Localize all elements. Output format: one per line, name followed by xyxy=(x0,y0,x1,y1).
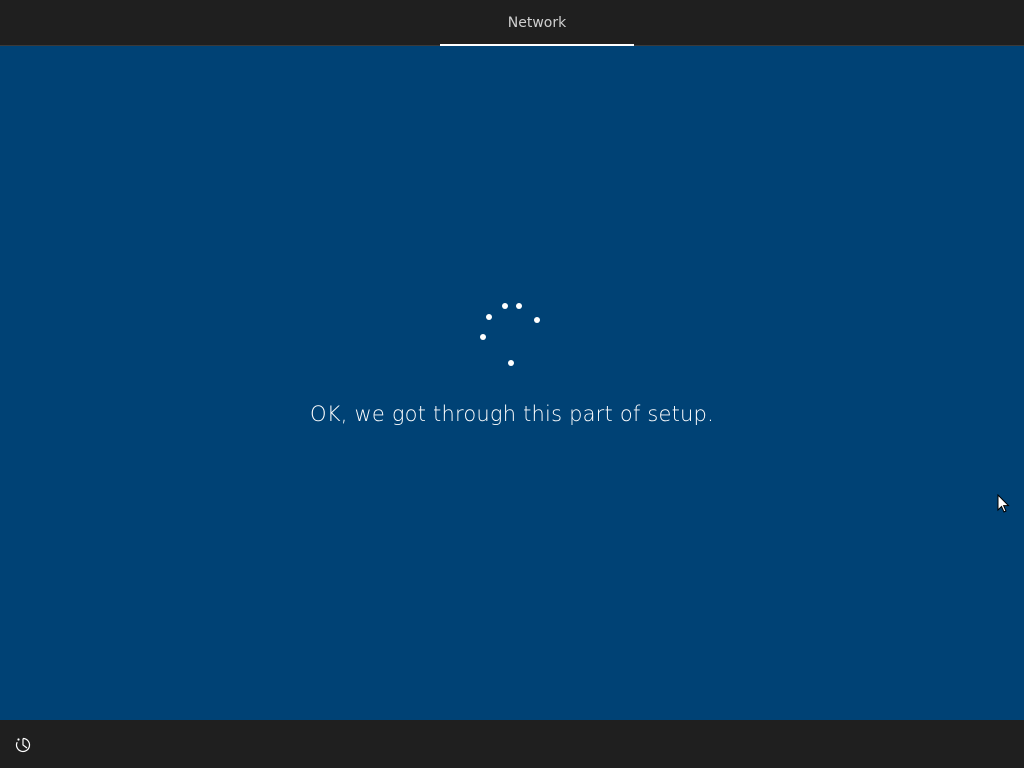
loading-spinner-icon xyxy=(480,303,540,366)
ease-of-access-button[interactable] xyxy=(10,732,36,758)
spinner-dot xyxy=(508,360,514,366)
ease-of-access-icon xyxy=(15,737,31,753)
spinner-dot xyxy=(516,303,522,309)
spinner-dot xyxy=(502,303,508,309)
top-bar: Network xyxy=(0,0,1024,46)
tab-network-label: Network xyxy=(507,15,567,31)
mouse-pointer-icon xyxy=(997,494,1010,513)
setup-content: OK, we got through this part of setup. xyxy=(0,46,1024,720)
setup-status-message: OK, we got through this part of setup. xyxy=(310,402,714,426)
spinner-dot xyxy=(480,334,486,340)
bottom-bar xyxy=(0,720,1024,768)
tab-network[interactable]: Network xyxy=(440,0,634,46)
spinner-dot xyxy=(534,317,540,323)
spinner-dot xyxy=(486,314,492,320)
